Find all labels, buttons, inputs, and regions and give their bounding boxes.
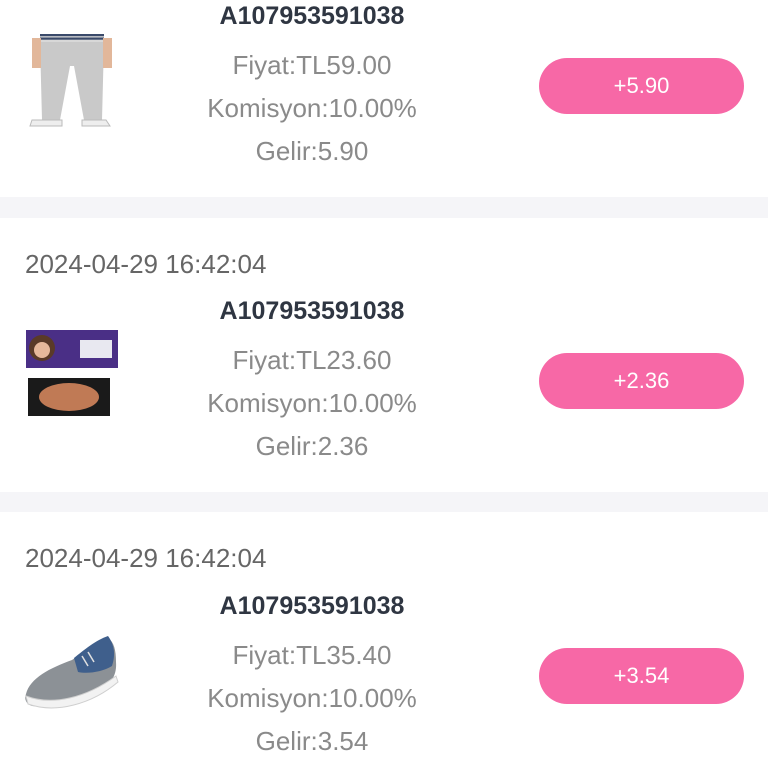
trousers-icon: [29, 34, 112, 127]
income-text: Gelir:3.54: [255, 726, 369, 756]
order-info: A107953591038 Fiyat:TL23.60 Komisyon:10.…: [200, 298, 424, 459]
product-image: [22, 622, 122, 722]
order-date: 2024-04-29 16:42:04: [25, 543, 267, 573]
commission-text: Komisyon:10.00%: [207, 683, 417, 713]
order-id: A107953591038: [219, 2, 405, 30]
product-image: [22, 28, 122, 128]
order-id: A107953591038: [219, 592, 405, 620]
commission-text: Komisyon:10.00%: [207, 388, 417, 418]
commission-text: Komisyon:10.00%: [207, 93, 417, 123]
order-card: A107953591038 Fiyat:TL59.00 Komisyon:10.…: [0, 0, 768, 197]
income-text: Gelir:2.36: [255, 431, 369, 461]
price-text: Fiyat:TL23.60: [232, 345, 392, 375]
order-id: A107953591038: [219, 297, 405, 325]
order-info: A107953591038 Fiyat:TL59.00 Komisyon:10.…: [200, 3, 424, 164]
makeup-palette-icon: [26, 330, 118, 416]
order-info: A107953591038 Fiyat:TL35.40 Komisyon:10.…: [200, 593, 424, 754]
price-text: Fiyat:TL35.40: [232, 640, 392, 670]
order-date: 2024-04-29 16:42:04: [25, 249, 267, 279]
amount-button[interactable]: +3.54: [539, 648, 744, 704]
amount-button[interactable]: +5.90: [539, 58, 744, 114]
income-text: Gelir:5.90: [255, 136, 369, 166]
order-card: 2024-04-29 16:42:04 A107953591038 Fiyat:…: [0, 512, 768, 768]
price-text: Fiyat:TL59.00: [232, 50, 392, 80]
product-image: [22, 330, 122, 430]
order-card: 2024-04-29 16:42:04 A107953591038 Fiyat:…: [0, 218, 768, 492]
amount-button[interactable]: +2.36: [539, 353, 744, 409]
sneaker-icon: [25, 636, 119, 709]
